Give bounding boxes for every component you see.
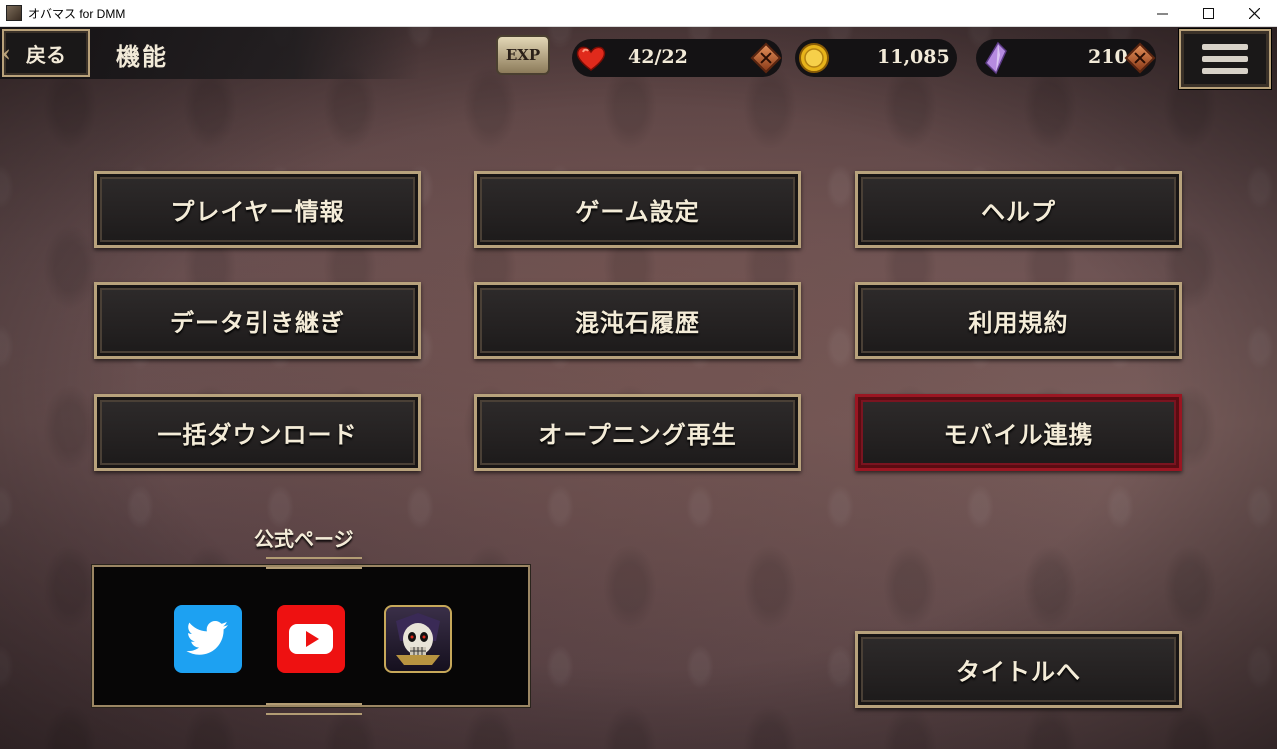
gem-value: 210: [1088, 46, 1128, 68]
bulk-download-label: 一括ダウンロード: [157, 420, 358, 449]
minimize-button[interactable]: [1139, 0, 1185, 27]
twitter-bird-icon: [186, 621, 228, 655]
back-button-label: 戻る: [26, 42, 66, 67]
back-button[interactable]: ‹ 戻る: [2, 29, 90, 77]
to-title-label: タイトルへ: [956, 657, 1081, 686]
back-arrow-icon: ‹: [2, 41, 11, 67]
player-info-label: プレイヤー情報: [170, 197, 345, 226]
bulk-download-button[interactable]: 一括ダウンロード: [94, 394, 421, 471]
terms-label: 利用規約: [968, 308, 1069, 337]
gold-display: 11,085: [795, 39, 957, 77]
mobile-link-label: モバイル連携: [943, 420, 1094, 449]
gem-plus-icon[interactable]: [1124, 42, 1156, 74]
stamina-value: 42/22: [628, 46, 688, 68]
terms-button[interactable]: 利用規約: [855, 282, 1182, 359]
twitter-button[interactable]: [174, 605, 242, 673]
hamburger-line: [1202, 56, 1248, 62]
exp-label: EXP: [505, 46, 541, 64]
exp-badge[interactable]: EXP: [496, 35, 550, 75]
chaos-stone-history-button[interactable]: 混沌石履歴: [474, 282, 801, 359]
gold-value: 11,085: [877, 46, 950, 68]
overlord-official-button[interactable]: [384, 605, 452, 673]
opening-replay-button[interactable]: オープニング再生: [474, 394, 801, 471]
panel-ornament-top: [266, 557, 362, 569]
panel-ornament-bottom: [266, 703, 362, 715]
window-title: オバマス for DMM: [28, 6, 126, 21]
window-titlebar: オバマス for DMM: [0, 0, 1277, 27]
close-icon: [1248, 8, 1260, 19]
chaos-stone-history-label: 混沌石履歴: [575, 308, 700, 337]
official-page-panel: [92, 557, 530, 715]
official-page-label: 公式ページ: [254, 527, 354, 551]
gem-display: 210: [976, 39, 1156, 77]
stamina-display: 42/22: [572, 39, 782, 77]
data-transfer-label: データ引き継ぎ: [170, 308, 345, 337]
heart-icon: [576, 46, 606, 71]
data-transfer-button[interactable]: データ引き継ぎ: [94, 282, 421, 359]
youtube-play-icon: [289, 624, 333, 654]
hamburger-line: [1202, 44, 1248, 50]
youtube-button[interactable]: [277, 605, 345, 673]
close-button[interactable]: [1231, 0, 1277, 27]
help-label: ヘルプ: [981, 197, 1056, 226]
game-settings-label: ゲーム設定: [575, 197, 700, 226]
window-controls: [1139, 0, 1277, 27]
maximize-button[interactable]: [1185, 0, 1231, 27]
app-icon: [6, 5, 22, 21]
skull-icon: [396, 613, 440, 665]
minimize-icon: [1156, 13, 1168, 15]
stamina-plus-icon[interactable]: [750, 42, 782, 74]
game-settings-button[interactable]: ゲーム設定: [474, 171, 801, 248]
crystal-icon: [985, 41, 1007, 75]
opening-replay-label: オープニング再生: [538, 420, 737, 449]
page-title: 機能: [116, 42, 168, 71]
game-screen: ‹ 戻る 機能 EXP 42/22 11,085 210 プレイヤー情報 ゲーム…: [0, 27, 1277, 749]
mobile-link-button[interactable]: モバイル連携: [855, 394, 1182, 471]
gold-coin-icon: [799, 43, 829, 73]
help-button[interactable]: ヘルプ: [855, 171, 1182, 248]
main-menu-button[interactable]: [1179, 29, 1271, 89]
maximize-icon: [1202, 8, 1214, 19]
hamburger-line: [1202, 68, 1248, 74]
player-info-button[interactable]: プレイヤー情報: [94, 171, 421, 248]
to-title-button[interactable]: タイトルへ: [855, 631, 1182, 708]
